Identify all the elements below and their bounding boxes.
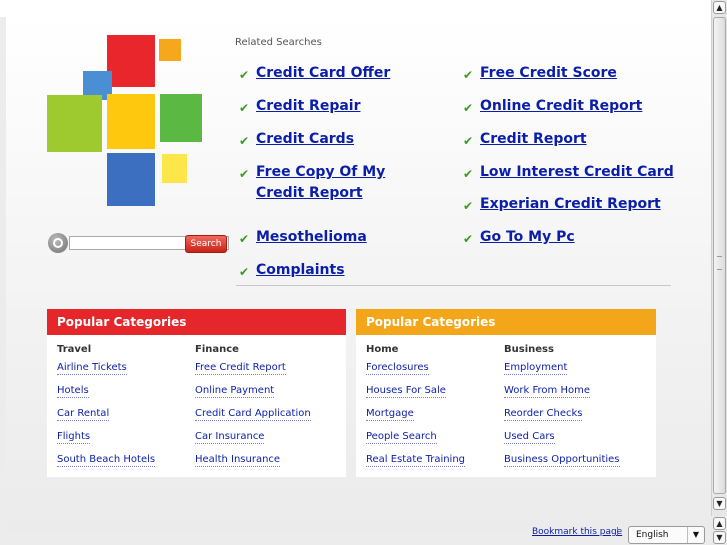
- chevron-down-icon: ▼: [687, 527, 704, 543]
- top-bar: [0, 0, 711, 17]
- category-link[interactable]: Credit Card Application: [195, 408, 311, 421]
- check-icon: ✔: [239, 232, 250, 246]
- related-link[interactable]: Free Copy Of My Credit Report: [256, 162, 436, 204]
- popular-categories-box-1: Popular Categories Travel Airline Ticket…: [47, 309, 346, 477]
- category-link[interactable]: Car Insurance: [195, 431, 265, 444]
- related-link[interactable]: Mesothelioma: [256, 227, 367, 248]
- logo-square-yellow: [107, 94, 155, 149]
- logo-square-lime: [47, 95, 102, 152]
- check-icon: ✔: [239, 101, 250, 115]
- category-link[interactable]: Online Payment: [195, 385, 275, 398]
- category-link[interactable]: Business Opportunities: [504, 454, 620, 467]
- vertical-scrollbar[interactable]: ▲ ▼: [711, 0, 727, 545]
- category-link[interactable]: People Search: [366, 431, 437, 444]
- popular-categories-box-2: Popular Categories Home Foreclosures Hou…: [356, 309, 656, 477]
- category-link[interactable]: Work From Home: [504, 385, 590, 398]
- check-icon: ✔: [463, 232, 474, 246]
- bookmark-link[interactable]: Bookmark this page: [532, 527, 622, 537]
- category-link[interactable]: Mortgage: [366, 408, 414, 421]
- magnifier-icon: [48, 233, 68, 253]
- arrow-down-icon[interactable]: ▼: [713, 497, 726, 510]
- check-icon: ✔: [463, 167, 474, 181]
- logo-square-orange: [159, 39, 181, 61]
- check-icon: ✔: [239, 68, 250, 82]
- footer-separator: |: [616, 527, 620, 537]
- search-button[interactable]: Search: [185, 235, 227, 253]
- related-link[interactable]: Experian Credit Report: [480, 194, 661, 215]
- logo-square-yellow-small: [162, 154, 187, 183]
- arrow-up-icon[interactable]: ▲: [713, 1, 726, 14]
- language-value: English: [636, 530, 669, 540]
- related-link[interactable]: Free Credit Score: [480, 63, 617, 84]
- column-heading-finance: Finance: [195, 344, 239, 355]
- check-icon: ✔: [239, 265, 250, 279]
- arrow-up-icon[interactable]: ▲: [713, 517, 726, 530]
- related-link[interactable]: Go To My Pc: [480, 227, 575, 248]
- related-link[interactable]: Complaints: [256, 260, 345, 281]
- category-link[interactable]: Houses For Sale: [366, 385, 446, 398]
- column-heading-home: Home: [366, 344, 399, 355]
- check-icon: ✔: [239, 134, 250, 148]
- check-icon: ✔: [463, 101, 474, 115]
- logo-square-blue: [107, 153, 155, 206]
- category-link[interactable]: Car Rental: [57, 408, 110, 421]
- scrollbar-thumb[interactable]: [713, 17, 726, 494]
- check-icon: ✔: [463, 134, 474, 148]
- popular-categories-header: Popular Categories: [356, 309, 656, 335]
- check-icon: ✔: [463, 199, 474, 213]
- related-link[interactable]: Credit Repair: [256, 96, 361, 117]
- related-link[interactable]: Credit Cards: [256, 129, 354, 150]
- language-select[interactable]: English ▼: [628, 526, 705, 544]
- divider: [236, 285, 671, 286]
- category-link[interactable]: Reorder Checks: [504, 408, 583, 421]
- related-searches-title: Related Searches: [235, 37, 322, 48]
- scrollbar-grip: [717, 256, 722, 270]
- related-link[interactable]: Low Interest Credit Card: [480, 162, 674, 183]
- check-icon: ✔: [463, 68, 474, 82]
- category-link[interactable]: Foreclosures: [366, 362, 429, 375]
- category-link[interactable]: Airline Tickets: [57, 362, 127, 375]
- logo-square-green: [160, 94, 202, 142]
- category-link[interactable]: Used Cars: [504, 431, 555, 444]
- category-link[interactable]: Employment: [504, 362, 568, 375]
- logo-square-red: [107, 35, 155, 87]
- related-link[interactable]: Online Credit Report: [480, 96, 642, 117]
- related-link[interactable]: Credit Card Offer: [256, 63, 390, 84]
- bottom-spin-buttons: ▲ ▼: [711, 516, 727, 545]
- category-link[interactable]: Flights: [57, 431, 91, 444]
- category-link[interactable]: Free Credit Report: [195, 362, 286, 375]
- category-link[interactable]: South Beach Hotels: [57, 454, 156, 467]
- popular-categories-header: Popular Categories: [47, 309, 346, 335]
- category-link[interactable]: Hotels: [57, 385, 89, 398]
- category-link[interactable]: Real Estate Training: [366, 454, 466, 467]
- column-heading-travel: Travel: [57, 344, 92, 355]
- column-heading-business: Business: [504, 344, 554, 355]
- category-link[interactable]: Health Insurance: [195, 454, 281, 467]
- check-icon: ✔: [239, 167, 250, 181]
- related-link[interactable]: Credit Report: [480, 129, 587, 150]
- arrow-down-icon[interactable]: ▼: [713, 531, 726, 544]
